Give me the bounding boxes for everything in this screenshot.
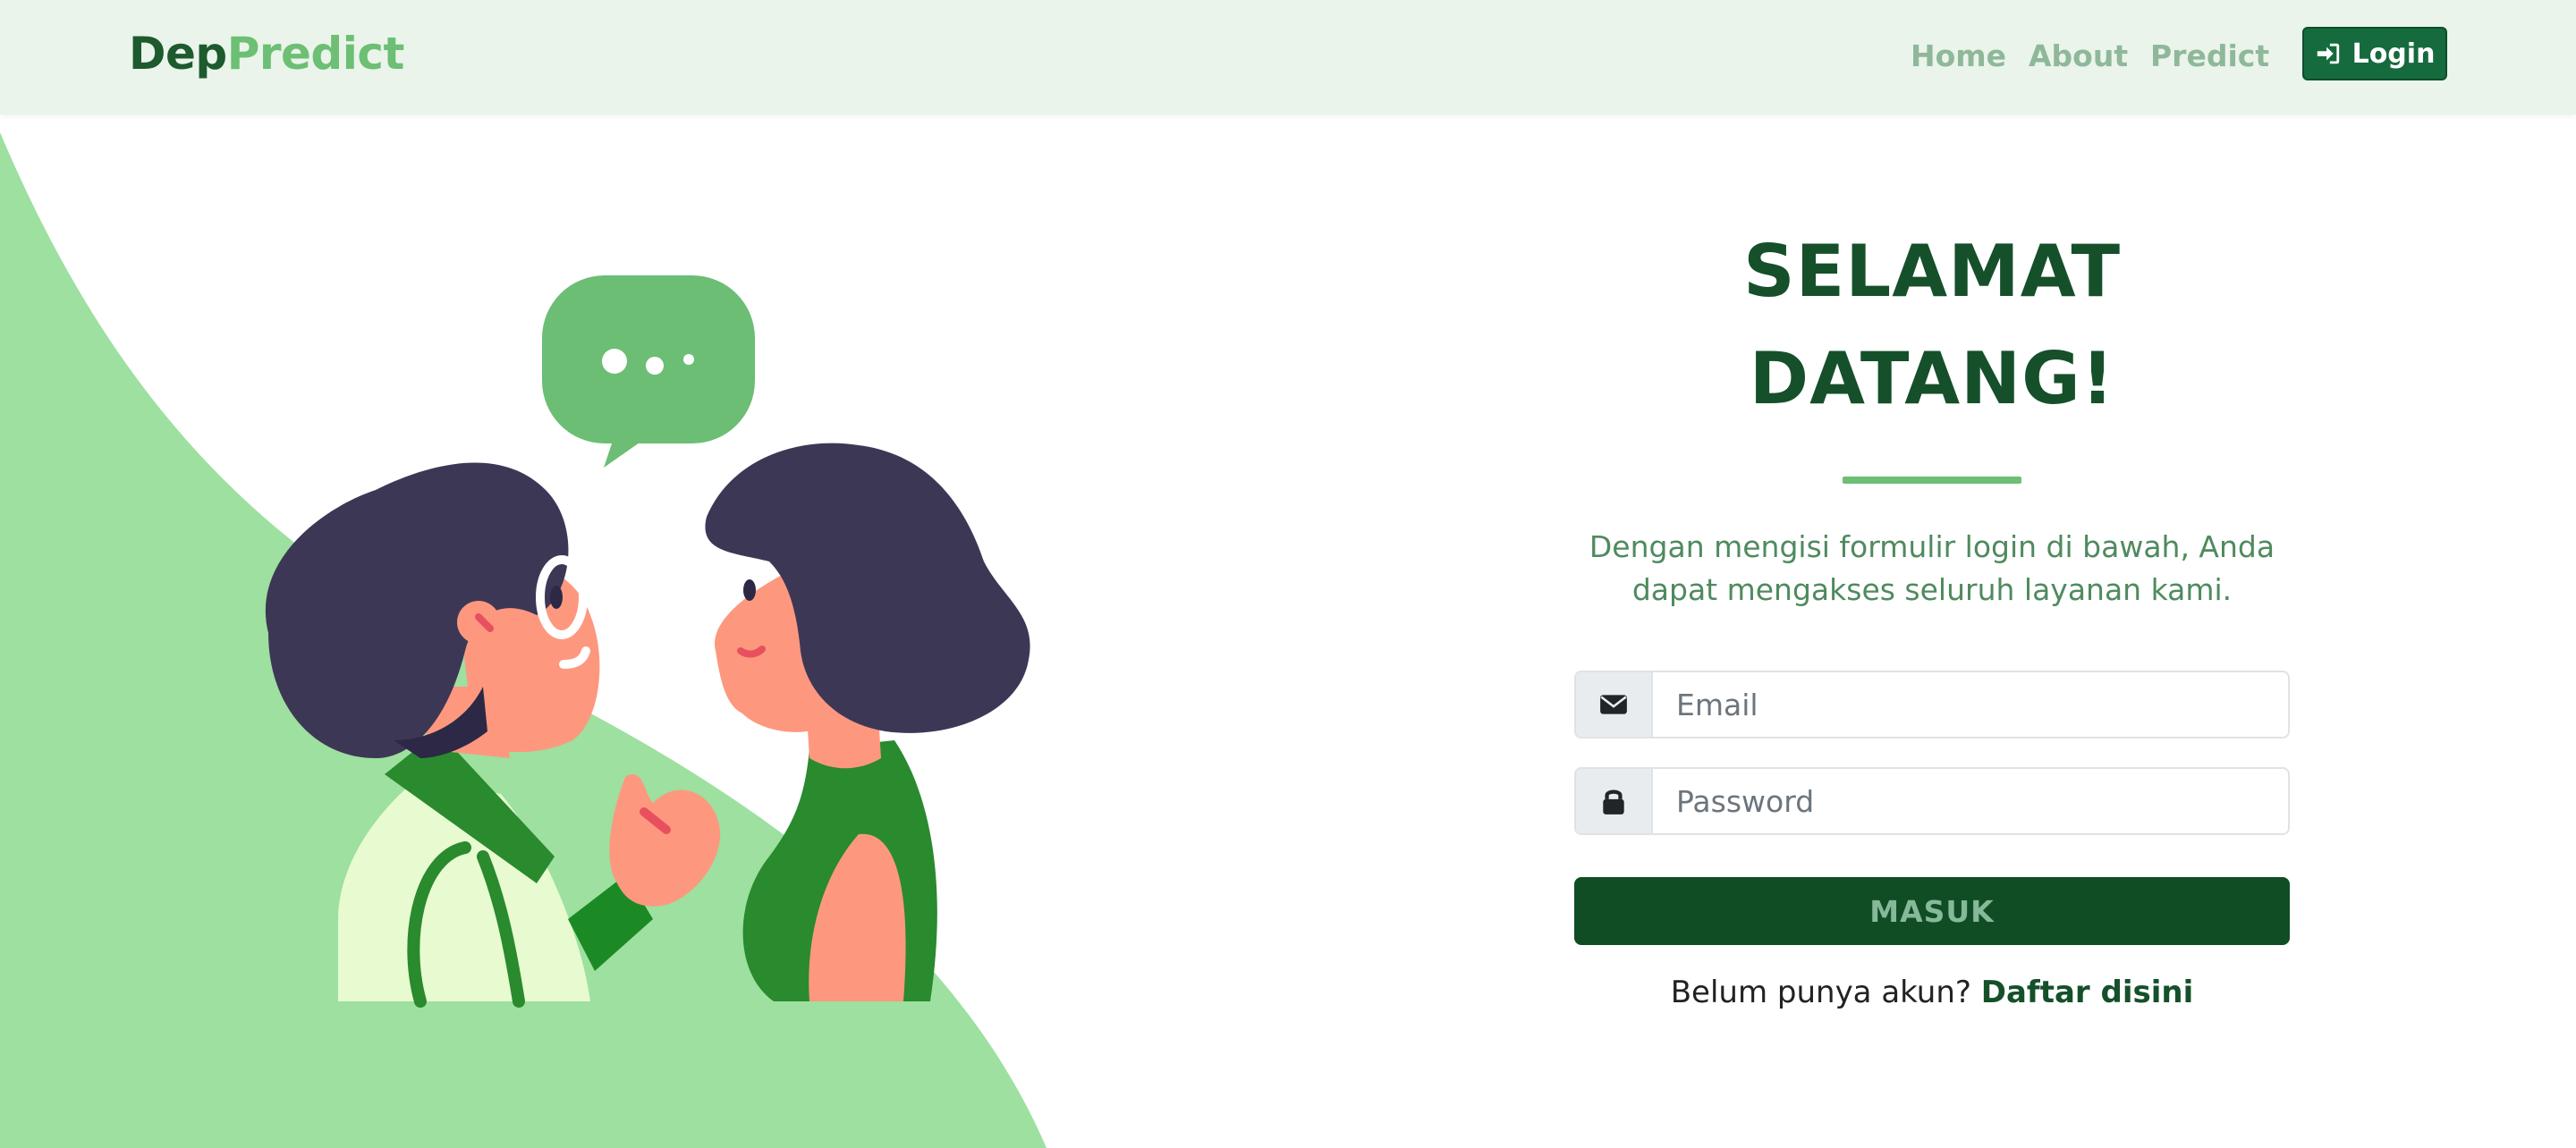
nav-predict[interactable]: Predict bbox=[2150, 34, 2269, 79]
brand-part-dep: Dep bbox=[129, 28, 227, 80]
register-link[interactable]: Daftar disini bbox=[1981, 975, 2194, 1010]
lead-text: Dengan mengisi formulir login di bawah, … bbox=[1589, 529, 2275, 607]
navbar: DepPredict Home About Predict Login bbox=[0, 0, 2576, 114]
register-question: Belum punya akun? bbox=[1670, 975, 1971, 1010]
email-field[interactable] bbox=[1655, 672, 2288, 737]
lock-icon bbox=[1603, 789, 1624, 815]
nav-about[interactable]: About bbox=[2029, 34, 2128, 79]
person-right-figure bbox=[705, 443, 1030, 1001]
email-input-group bbox=[1574, 671, 2290, 739]
email-addon bbox=[1576, 672, 1653, 737]
password-input-group bbox=[1574, 767, 2290, 835]
welcome-heading: SELAMAT DATANG! bbox=[1574, 218, 2290, 433]
brand-logo[interactable]: DepPredict bbox=[129, 25, 404, 82]
speech-bubble-icon bbox=[542, 275, 755, 468]
login-label: Login bbox=[2351, 38, 2436, 70]
nav-home[interactable]: Home bbox=[1911, 34, 2006, 79]
submit-button[interactable]: MASUK bbox=[1574, 877, 2290, 945]
envelope-icon bbox=[1600, 695, 1627, 714]
password-addon bbox=[1576, 769, 1653, 833]
welcome-line-2: DATANG! bbox=[1749, 337, 2115, 420]
sign-in-icon bbox=[2317, 43, 2339, 64]
register-prompt: Belum punya akun? Daftar disini bbox=[1574, 970, 2290, 1015]
brand-part-predict: Predict bbox=[226, 28, 405, 80]
password-field[interactable] bbox=[1655, 769, 2288, 833]
heading-divider bbox=[1843, 477, 2021, 484]
login-button[interactable]: Login bbox=[2302, 27, 2447, 80]
hero-illustration bbox=[0, 132, 1046, 1148]
welcome-line-1: SELAMAT bbox=[1742, 230, 2122, 313]
